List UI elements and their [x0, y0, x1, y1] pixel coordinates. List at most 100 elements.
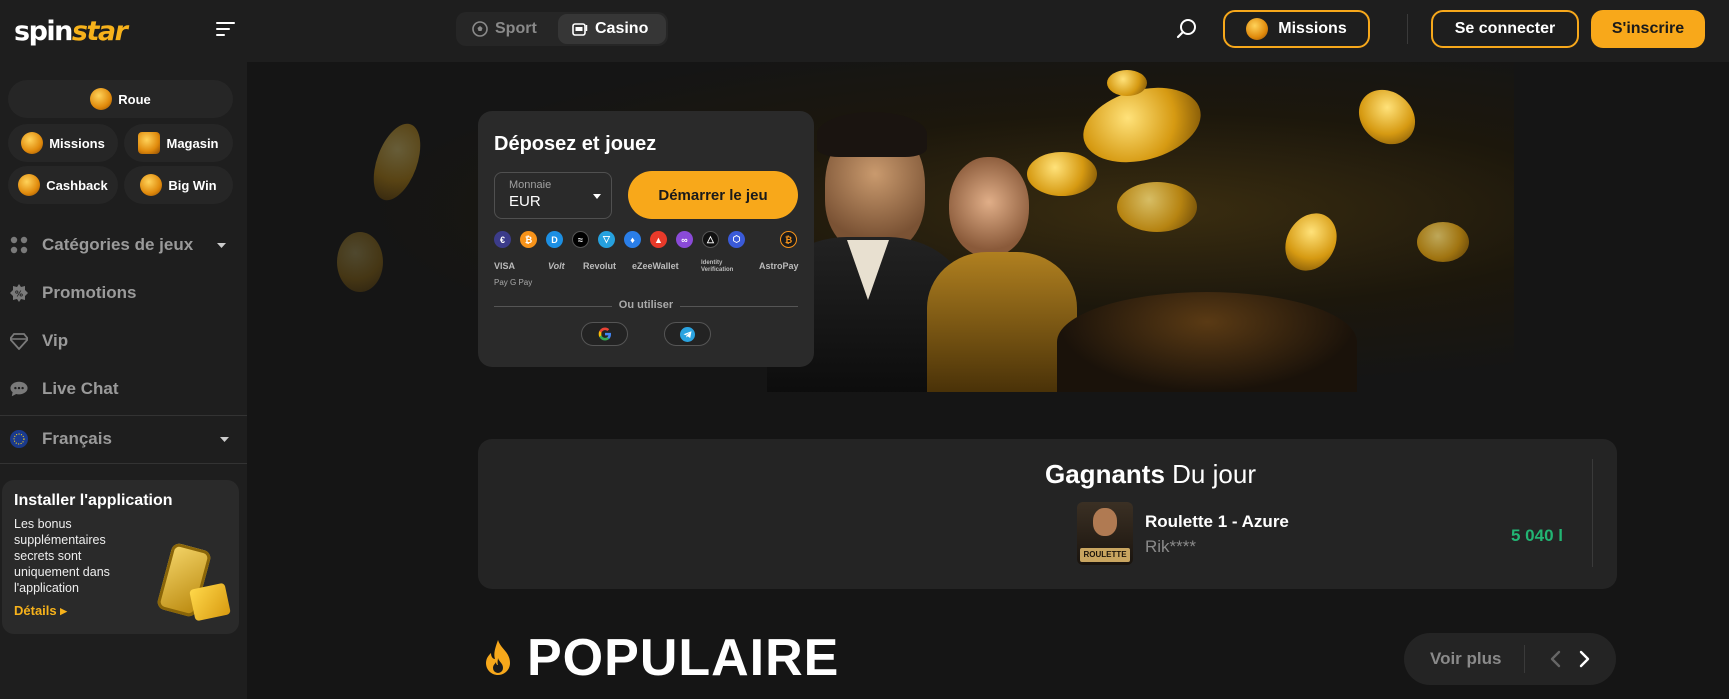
sidebar-item-label: Vip [42, 331, 69, 350]
currency-label: Monnaie [509, 179, 552, 191]
chevron-down-icon [217, 243, 226, 248]
telegram-login-button[interactable] [664, 322, 711, 346]
currency-select[interactable]: Monnaie EUR [494, 172, 612, 219]
winners-of-the-day-panel: Gagnants Du jour ROULETTE Roulette 1 - A… [478, 439, 1617, 589]
install-app-title: Installer l'application [14, 492, 173, 509]
fire-icon [486, 640, 510, 675]
header-divider [1407, 14, 1408, 44]
install-details-link[interactable]: Détails ▸ [14, 603, 67, 619]
sidebar-item-label: Live Chat [42, 379, 119, 398]
telegram-icon [680, 326, 695, 342]
sidebar-pill-label: Magasin [166, 135, 219, 151]
winner-game-name[interactable]: Roulette 1 - Azure [1145, 512, 1289, 532]
diamond-icon [10, 332, 28, 350]
sidebar-pill-label: Roue [118, 91, 151, 107]
crypto-coin-icon: ₿ [780, 231, 797, 248]
search-icon[interactable] [1176, 18, 1198, 40]
logo-text-spin: spin [14, 16, 73, 47]
payment-identity-verification: Identity Verification [701, 260, 734, 273]
missions-button[interactable]: Missions [1223, 10, 1370, 48]
sidebar-item-live-chat[interactable]: Live Chat [0, 367, 247, 411]
banner-roulette-wheel [1057, 292, 1357, 392]
or-use-divider: Ou utiliser [494, 299, 798, 313]
tab-sport[interactable]: Sport [458, 14, 551, 44]
banner-coin [1275, 204, 1347, 280]
payment-volt: Volt [548, 261, 565, 271]
see-more-control: Voir plus [1404, 633, 1616, 685]
missions-button-label: Missions [1278, 20, 1347, 37]
dash-icon: D [546, 231, 563, 248]
or-use-text: Ou utiliser [618, 299, 674, 311]
payment-apple-google-pay: Pay G Pay [494, 278, 533, 287]
mode-switcher: Sport Casino [456, 12, 668, 46]
drop-coin-icon: ♦ [624, 231, 641, 248]
banner-coin [1107, 70, 1147, 96]
sidebar-pill-cashback[interactable]: Cashback [8, 166, 118, 204]
winner-amount: 5 040 l [1511, 526, 1563, 545]
deposit-panel: Déposez et jouez Monnaie EUR Démarrer le… [478, 111, 814, 367]
currency-value: EUR [509, 193, 541, 210]
promo-badge-icon: % [10, 284, 28, 302]
gift-box-illustration [189, 582, 231, 622]
game-thumbnail[interactable]: ROULETTE [1077, 502, 1133, 565]
payment-revolut: Revolut [583, 261, 617, 271]
sidebar-pill-label: Big Win [168, 177, 217, 193]
language-label: Français [42, 429, 112, 448]
tron-icon: ▲ [650, 231, 667, 248]
popular-title-text: POPULAIRE [527, 629, 840, 687]
signup-button[interactable]: S'inscrire [1591, 10, 1705, 48]
google-icon [598, 327, 611, 341]
spinstar-logo[interactable]: spinstar [14, 16, 128, 47]
stellar-icon: ≈ [572, 231, 589, 248]
language-selector[interactable]: Français [0, 417, 247, 461]
bitcoin-icon: ₿ [520, 231, 537, 248]
polygon-icon: ∞ [676, 231, 693, 248]
tab-casino[interactable]: Casino [558, 14, 666, 44]
sidebar-item-game-categories[interactable]: Catégories de jeux [0, 223, 247, 267]
sidebar-pill-missions[interactable]: Missions [8, 124, 118, 162]
banner-coin [1347, 78, 1427, 156]
logo-text-star: star [71, 16, 128, 47]
winners-title: Gagnants Du jour [1045, 459, 1256, 490]
eu-flag-icon [10, 430, 28, 448]
sidebar-divider [0, 415, 247, 416]
svg-text:%: % [15, 290, 23, 299]
sidebar: Roue Missions Magasin Cashback Big Win C… [0, 62, 247, 699]
wheel-icon [90, 88, 113, 110]
start-game-button[interactable]: Démarrer le jeu [628, 171, 798, 219]
chainlink-icon: ⬡ [728, 231, 745, 248]
tab-sport-label: Sport [495, 20, 537, 37]
menu-toggle-icon[interactable] [216, 22, 236, 40]
google-login-button[interactable] [581, 322, 628, 346]
sidebar-pill-bigwin[interactable]: Big Win [124, 166, 233, 204]
see-more-divider [1524, 645, 1525, 673]
chevron-left-icon[interactable] [1546, 649, 1566, 669]
sidebar-divider [0, 463, 247, 464]
chevron-down-icon [593, 194, 601, 199]
see-more-button[interactable]: Voir plus [1430, 649, 1501, 669]
popular-section-title: POPULAIRE [483, 628, 839, 688]
shop-chest-icon [138, 132, 161, 154]
banner-coin [1417, 222, 1469, 262]
sidebar-item-label: Catégories de jeux [42, 235, 194, 254]
winner-username: Rik**** [1145, 537, 1197, 556]
categories-icon [10, 236, 28, 254]
install-app-card: Installer l'application Les bonus supplé… [2, 480, 239, 634]
tab-casino-label: Casino [595, 20, 649, 37]
avalanche-icon: △ [702, 231, 719, 248]
install-app-text: Les bonus supplémentaires secrets sont u… [14, 517, 110, 595]
sidebar-pill-magasin[interactable]: Magasin [124, 124, 233, 162]
sidebar-item-promotions[interactable]: % Promotions [0, 271, 247, 315]
winners-title-bold: Gagnants [1045, 459, 1165, 489]
cashback-icon [18, 174, 41, 196]
login-button[interactable]: Se connecter [1431, 10, 1579, 48]
banner-coin [337, 232, 383, 292]
sidebar-item-vip[interactable]: Vip [0, 319, 247, 363]
payment-ezeewallet: eZeeWallet [632, 261, 679, 271]
banner-coin [364, 117, 430, 207]
sidebar-pill-roue[interactable]: Roue [8, 80, 233, 118]
chevron-right-icon[interactable] [1574, 649, 1594, 669]
payment-visa-mastercard: VISA [494, 261, 516, 271]
banner-coin [1117, 182, 1197, 232]
top-bar: spinstar Sport Casino Missions Se connec… [0, 0, 1729, 62]
